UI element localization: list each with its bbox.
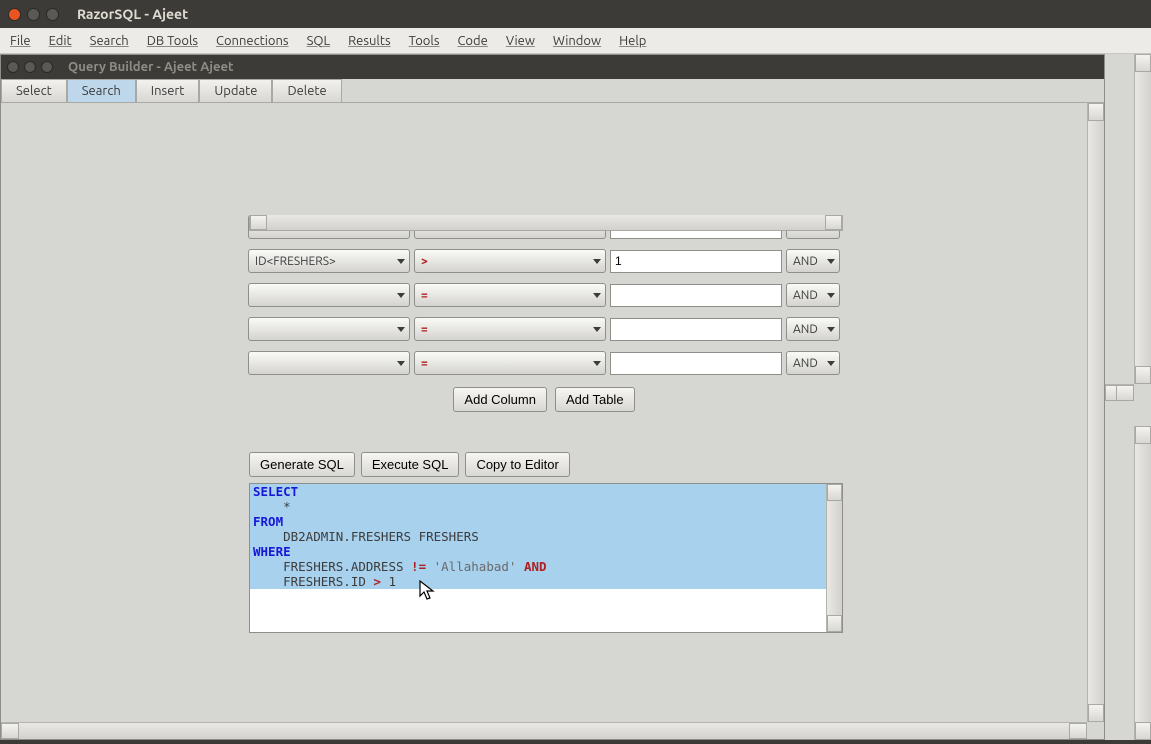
menubar: File Edit Search DB Tools Connections SQ…: [0, 28, 1151, 54]
generate-sql-button[interactable]: Generate SQL: [249, 452, 355, 477]
tab-select[interactable]: Select: [1, 79, 67, 102]
main-window-title: RazorSQL - Ajeet: [77, 6, 188, 22]
chevron-down-icon: [397, 361, 405, 366]
chevron-down-icon: [593, 327, 601, 332]
tab-update[interactable]: Update: [199, 79, 272, 102]
sql-horizontal-scrollbar[interactable]: [249, 215, 843, 231]
menu-db-tools[interactable]: DB Tools: [147, 34, 198, 48]
operator-combo-4[interactable]: =: [414, 351, 606, 375]
query-builder-tabstrip: Select Search Insert Update Delete: [1, 79, 1104, 103]
child-window-close-button[interactable]: [7, 61, 19, 73]
menu-results[interactable]: Results: [348, 34, 390, 48]
operator-combo-2-value: =: [421, 289, 428, 302]
column-combo-2[interactable]: [248, 283, 410, 307]
tab-search[interactable]: Search: [67, 79, 136, 102]
conjunction-combo-3[interactable]: AND: [786, 317, 840, 341]
conjunction-combo-3-value: AND: [793, 323, 818, 336]
menu-view[interactable]: View: [506, 34, 535, 48]
chevron-down-icon: [593, 293, 601, 298]
tab-update-label: Update: [214, 84, 257, 98]
add-table-button[interactable]: Add Table: [555, 387, 635, 412]
background-panel: [1105, 54, 1151, 740]
tab-delete-label: Delete: [287, 84, 326, 98]
chevron-down-icon: [397, 293, 405, 298]
criteria-row-1: ID<FRESHERS> > AND: [248, 249, 840, 273]
execute-sql-button[interactable]: Execute SQL: [361, 452, 460, 477]
criteria-row-4: = AND: [248, 351, 840, 375]
menu-connections[interactable]: Connections: [216, 34, 289, 48]
query-builder-content: ADDRESS<FRESHERS> != AND ID<FRESHERS> > …: [1, 103, 1104, 739]
tab-insert-label: Insert: [151, 84, 185, 98]
sql-button-row: Generate SQL Execute SQL Copy to Editor: [1, 452, 570, 477]
conjunction-combo-2-value: AND: [793, 289, 818, 302]
sql-preview-pane: SELECT *FROM DB2ADMIN.FRESHERS FRESHERSW…: [249, 483, 843, 633]
tab-delete[interactable]: Delete: [272, 79, 341, 102]
criteria-row-3: = AND: [248, 317, 840, 341]
conjunction-combo-1[interactable]: AND: [786, 249, 840, 273]
tab-search-label: Search: [82, 84, 121, 98]
window-maximize-button[interactable]: [46, 8, 59, 21]
child-window-titlebar: Query Builder - Ajeet Ajeet: [1, 55, 1104, 79]
operator-combo-3[interactable]: =: [414, 317, 606, 341]
sql-vertical-scrollbar[interactable]: [826, 484, 842, 632]
menu-window[interactable]: Window: [553, 34, 601, 48]
chevron-down-icon: [397, 327, 405, 332]
column-combo-1-value: ID<FRESHERS>: [255, 255, 336, 268]
chevron-down-icon: [593, 259, 601, 264]
content-horizontal-scrollbar[interactable]: [1, 722, 1087, 739]
operator-combo-1-value: >: [421, 255, 428, 268]
child-window-title: Query Builder - Ajeet Ajeet: [68, 60, 234, 74]
operator-combo-1[interactable]: >: [414, 249, 606, 273]
chevron-down-icon: [827, 293, 835, 298]
operator-combo-4-value: =: [421, 357, 428, 370]
chevron-down-icon: [827, 361, 835, 366]
menu-help[interactable]: Help: [619, 34, 646, 48]
value-input-3[interactable]: [610, 318, 782, 341]
column-combo-4[interactable]: [248, 351, 410, 375]
add-button-row: Add Column Add Table: [453, 387, 634, 412]
criteria-form: ADDRESS<FRESHERS> != AND ID<FRESHERS> > …: [1, 103, 1087, 722]
menu-tools[interactable]: Tools: [409, 34, 440, 48]
background-vertical-scrollbar-2[interactable]: [1134, 426, 1151, 740]
query-builder-window: Query Builder - Ajeet Ajeet Select Searc…: [0, 54, 1105, 740]
menu-file[interactable]: File: [10, 34, 31, 48]
chevron-down-icon: [827, 259, 835, 264]
menu-edit[interactable]: Edit: [49, 34, 72, 48]
menu-search[interactable]: Search: [90, 34, 129, 48]
sql-preview-text[interactable]: SELECT *FROM DB2ADMIN.FRESHERS FRESHERSW…: [250, 484, 826, 632]
child-window-maximize-button[interactable]: [41, 61, 53, 73]
column-combo-3[interactable]: [248, 317, 410, 341]
copy-to-editor-button[interactable]: Copy to Editor: [465, 452, 569, 477]
background-vertical-scrollbar[interactable]: [1134, 54, 1151, 384]
chevron-down-icon: [827, 327, 835, 332]
window-close-button[interactable]: [8, 8, 21, 21]
tab-insert[interactable]: Insert: [136, 79, 200, 102]
value-input-1[interactable]: [610, 250, 782, 273]
conjunction-combo-1-value: AND: [793, 255, 818, 268]
chevron-down-icon: [397, 259, 405, 264]
add-column-button[interactable]: Add Column: [453, 387, 547, 412]
background-horizontal-scrollbar[interactable]: [1105, 384, 1134, 401]
operator-combo-2[interactable]: =: [414, 283, 606, 307]
tab-select-label: Select: [16, 84, 52, 98]
child-window-minimize-button[interactable]: [24, 61, 36, 73]
main-window-titlebar: RazorSQL - Ajeet: [0, 0, 1151, 28]
conjunction-combo-4-value: AND: [793, 357, 818, 370]
menu-code[interactable]: Code: [457, 34, 487, 48]
window-minimize-button[interactable]: [27, 8, 40, 21]
value-input-2[interactable]: [610, 284, 782, 307]
operator-combo-3-value: =: [421, 323, 428, 336]
criteria-row-2: = AND: [248, 283, 840, 307]
value-input-4[interactable]: [610, 352, 782, 375]
content-vertical-scrollbar[interactable]: [1087, 103, 1104, 722]
conjunction-combo-4[interactable]: AND: [786, 351, 840, 375]
conjunction-combo-2[interactable]: AND: [786, 283, 840, 307]
chevron-down-icon: [593, 361, 601, 366]
menu-sql[interactable]: SQL: [307, 34, 331, 48]
column-combo-1[interactable]: ID<FRESHERS>: [248, 249, 410, 273]
